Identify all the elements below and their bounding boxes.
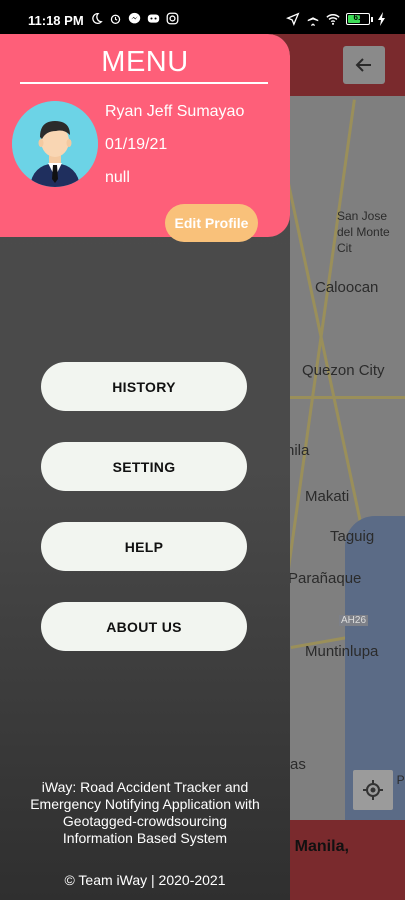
discord-icon bbox=[147, 14, 160, 23]
profile-date: 01/19/21 bbox=[105, 136, 168, 153]
status-time: 11:18 PM bbox=[28, 13, 84, 28]
moon-icon bbox=[92, 12, 103, 24]
map-label: Taguig bbox=[330, 528, 375, 545]
user-avatar-icon bbox=[12, 101, 98, 187]
alarm-icon bbox=[110, 14, 121, 25]
map-label: San Jose del Monte Cit bbox=[337, 209, 390, 255]
map-label: Caloocan bbox=[315, 279, 379, 296]
setting-button[interactable]: SETTING bbox=[41, 442, 247, 491]
arrow-left-icon bbox=[355, 58, 371, 72]
avatar bbox=[12, 101, 98, 187]
map-label: Makati bbox=[305, 488, 350, 505]
status-bar: 11:18 PM 61 bbox=[0, 0, 405, 34]
battery-level: 61 bbox=[353, 13, 363, 22]
system-icons: 61 bbox=[286, 12, 389, 26]
map-label: Parañaque bbox=[288, 570, 362, 587]
back-button[interactable] bbox=[343, 46, 385, 84]
battery-icon: 61 bbox=[346, 12, 389, 26]
map-label: as bbox=[290, 756, 306, 773]
airplane-icon bbox=[307, 12, 319, 26]
locate-button[interactable] bbox=[353, 770, 393, 810]
history-button[interactable]: HISTORY bbox=[41, 362, 247, 411]
map-label: Quezon City bbox=[302, 362, 385, 379]
edit-profile-button[interactable]: Edit Profile bbox=[165, 204, 258, 242]
instagram-icon bbox=[166, 12, 179, 25]
copyright-text: © Team iWay | 2020-2021 bbox=[64, 872, 226, 888]
menu-divider bbox=[20, 82, 268, 84]
about-us-button[interactable]: ABOUT US bbox=[41, 602, 247, 651]
messenger-icon bbox=[128, 12, 141, 24]
profile-name: Ryan Jeff Sumayao bbox=[105, 103, 245, 120]
profile-extra: null bbox=[105, 169, 130, 186]
help-button[interactable]: HELP bbox=[41, 522, 247, 571]
navigation-drawer: MENU Ryan Jeff Sumayao 01/19/21 null Edi… bbox=[0, 34, 290, 900]
map-label: AH26 bbox=[339, 615, 369, 626]
charging-icon bbox=[378, 12, 385, 26]
wifi-icon bbox=[326, 14, 340, 25]
location-arrow-icon bbox=[286, 12, 300, 26]
my-location-icon bbox=[363, 780, 383, 800]
app-description: iWay: Road Accident Tracker and Emergenc… bbox=[30, 779, 260, 846]
menu-title: MENU bbox=[101, 46, 189, 78]
notification-icons bbox=[90, 12, 179, 25]
map-label: Muntinlupa bbox=[305, 643, 379, 660]
